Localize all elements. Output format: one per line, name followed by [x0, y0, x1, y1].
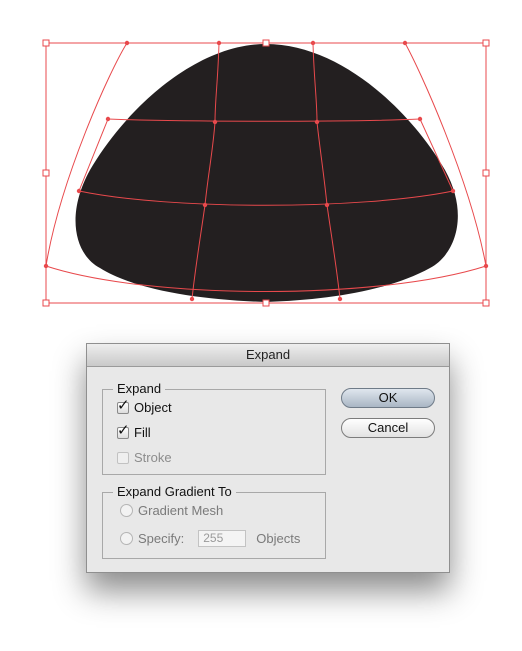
- expand-group: Expand ✓ Object ✓ Fill Stroke: [102, 381, 326, 475]
- expand-dialog: Expand Expand ✓ Object ✓ Fill Stroke Exp…: [86, 343, 450, 573]
- object-label: Object: [134, 400, 172, 415]
- dialog-title: Expand: [87, 344, 449, 367]
- ok-button[interactable]: OK: [341, 388, 435, 408]
- stroke-label: Stroke: [134, 450, 172, 465]
- stroke-checkbox[interactable]: [117, 451, 129, 464]
- specify-option[interactable]: Specify: 255 Objects: [120, 530, 300, 547]
- fill-option[interactable]: ✓ Fill: [117, 422, 151, 440]
- expand-group-title: Expand: [113, 381, 166, 397]
- gradient-mesh-option[interactable]: Gradient Mesh: [120, 503, 223, 518]
- artboard: [42, 39, 490, 307]
- checkmark-icon: ✓: [117, 421, 130, 439]
- objects-label: Objects: [256, 531, 301, 546]
- gradient-mesh-radio[interactable]: [120, 504, 133, 517]
- object-option[interactable]: ✓ Object: [117, 397, 172, 415]
- fill-checkbox[interactable]: ✓: [117, 422, 130, 439]
- checkmark-icon: ✓: [117, 396, 130, 414]
- stroke-option[interactable]: Stroke: [117, 450, 172, 465]
- object-checkbox[interactable]: ✓: [117, 397, 130, 414]
- specify-objects-field[interactable]: 255: [198, 530, 247, 547]
- expand-gradient-group: Expand Gradient To Gradient Mesh Specify…: [102, 484, 326, 559]
- specify-label: Specify:: [138, 531, 185, 546]
- gradient-mesh-label: Gradient Mesh: [138, 503, 224, 518]
- cancel-button[interactable]: Cancel: [341, 418, 435, 438]
- specify-radio[interactable]: [120, 532, 133, 545]
- expand-gradient-group-title: Expand Gradient To: [113, 484, 236, 500]
- dark-blob-shape[interactable]: [75, 44, 458, 302]
- fill-label: Fill: [134, 425, 151, 440]
